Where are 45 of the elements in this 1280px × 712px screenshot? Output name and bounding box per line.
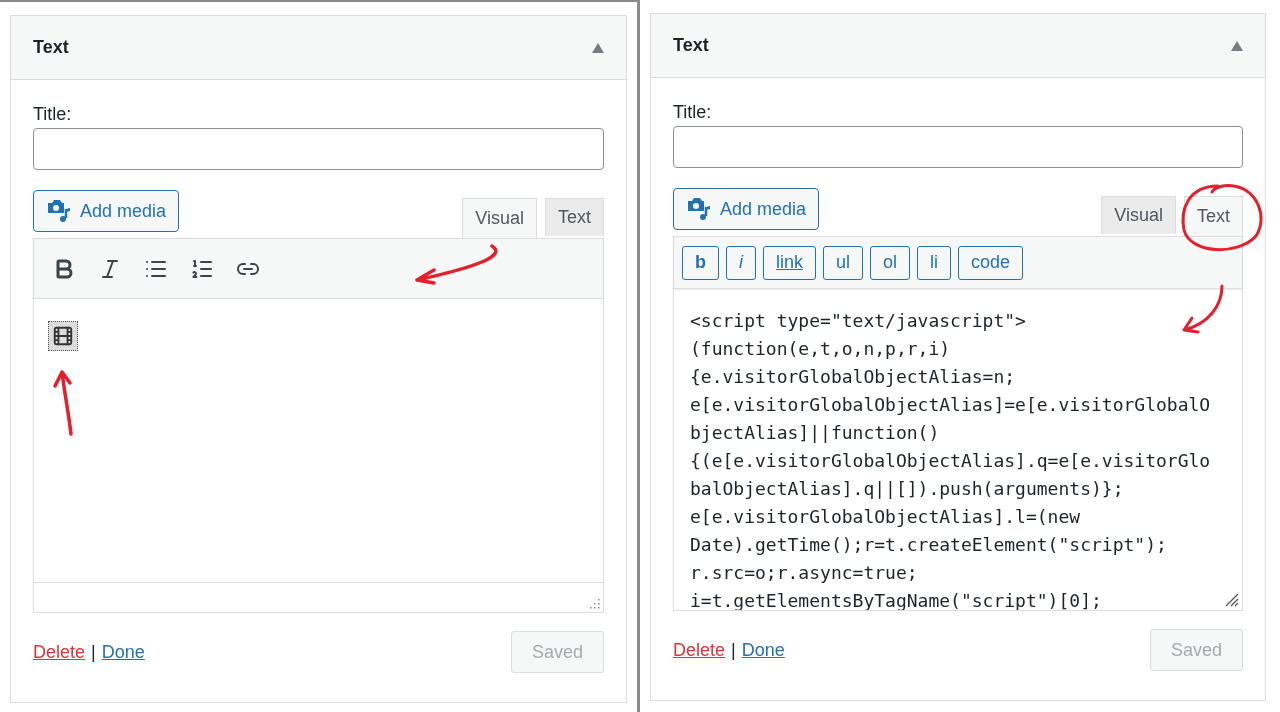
tag-button[interactable]: ul (823, 245, 864, 280)
widget-header[interactable]: Text (11, 16, 626, 80)
title-input[interactable] (33, 128, 604, 170)
collapse-triangle-icon[interactable] (592, 42, 604, 53)
done-link[interactable]: Done (101, 641, 145, 663)
media-icon (46, 199, 72, 223)
code-line: {e.visitorGlobalObjectAlias=n; (690, 365, 1016, 389)
resize-grip-icon[interactable] (1223, 591, 1239, 607)
code-line: r.src=o;r.async=true; (690, 561, 918, 585)
code-line: e[e.visitorGlobalObjectAlias].l=(new (690, 505, 1081, 529)
tag-button[interactable]: ol (870, 245, 911, 280)
video-placeholder-icon[interactable] (48, 321, 78, 351)
code-line: {(e[e.visitorGlobalObjectAlias].q=e[e.visitorGlo (690, 449, 1211, 473)
tag-button[interactable]: i (726, 245, 756, 280)
add-media-button[interactable]: Add media (33, 190, 180, 232)
code-line: e[e.visitorGlobalObjectAlias]=e[e.visitorGlobalO (690, 393, 1211, 417)
tag-button[interactable]: link (763, 245, 816, 280)
tag-button[interactable]: li (917, 245, 952, 280)
tag-button[interactable]: code (958, 245, 1024, 280)
resize-grip-icon[interactable] (588, 597, 600, 609)
code-line: (function(e,t,o,n,p,r,i) (690, 337, 951, 361)
code-line: Date).getTime();r=t.createElement("script"); (690, 533, 1167, 557)
widget-title: Text (33, 37, 69, 58)
code-line: <script type="text/javascript"> (690, 309, 1026, 333)
delete-link[interactable]: Delete (673, 639, 726, 661)
editor-tab[interactable]: Text (545, 198, 604, 236)
code-line: balObjectAlias].q||[]).push(arguments)}; (690, 477, 1124, 501)
add-media-button[interactable]: Add media (673, 188, 820, 230)
code-line: bjectAlias]||function() (690, 421, 940, 445)
field-label: Title: (673, 102, 712, 123)
collapse-triangle-icon[interactable] (1231, 40, 1243, 51)
editor-tab[interactable]: Text (1184, 196, 1243, 236)
editor-tab[interactable]: Visual (462, 198, 537, 238)
field-label: Title: (33, 104, 72, 125)
widget-title: Text (673, 35, 709, 56)
media-icon (686, 197, 712, 221)
tag-button[interactable]: b (682, 245, 719, 280)
done-link[interactable]: Done (741, 639, 785, 661)
title-input[interactable] (673, 126, 1243, 168)
widget-header[interactable]: Text (651, 14, 1265, 78)
editor-tab[interactable]: Visual (1101, 196, 1176, 234)
separator-text: | (91, 641, 96, 663)
separator-text: | (731, 639, 736, 661)
delete-link[interactable]: Delete (33, 641, 86, 663)
code-line: i=t.getElementsByTagName("script")[0]; (690, 589, 1102, 610)
